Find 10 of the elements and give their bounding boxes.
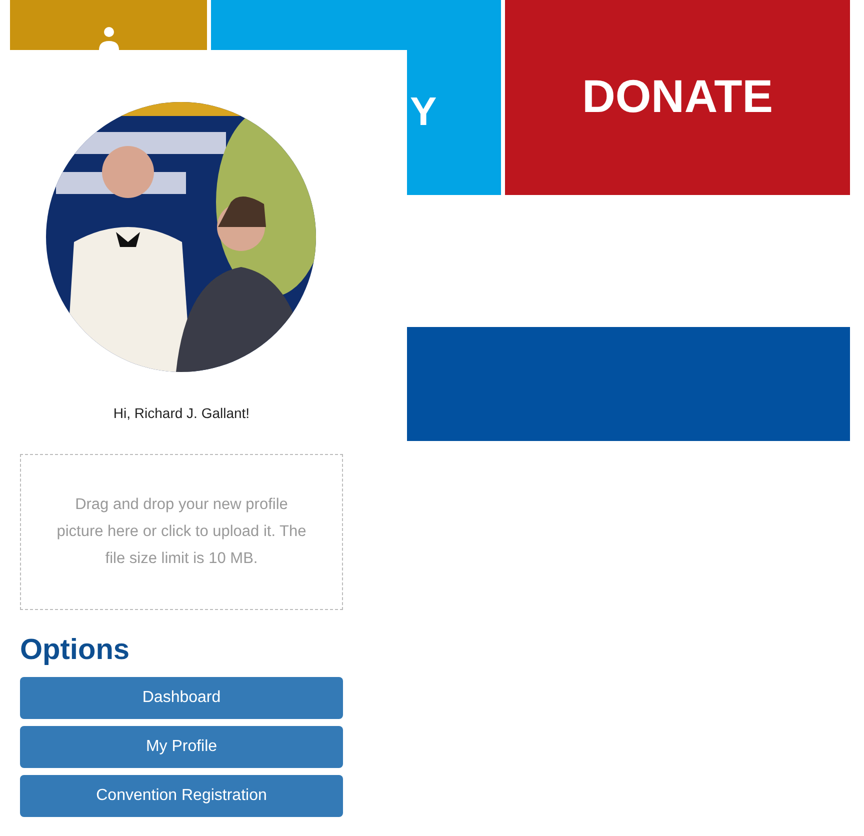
menu-button[interactable]: My Profile xyxy=(20,726,343,768)
tile[interactable]: DONATE xyxy=(505,0,850,195)
options-heading: Options xyxy=(20,636,131,665)
upload-dropzone[interactable]: Drag and drop your new profile picture here or click to upload it. The file size limit is 10 MB. xyxy=(20,454,343,610)
greeting-text: Hi, Richard J. Gallant! xyxy=(112,404,251,423)
donate-label: DONATE xyxy=(582,73,773,124)
tile[interactable] xyxy=(10,0,207,50)
menu-button[interactable]: Convention Registration xyxy=(20,775,343,817)
menu-button[interactable]: Dashboard xyxy=(20,677,343,719)
tile-label: Y xyxy=(410,90,437,134)
